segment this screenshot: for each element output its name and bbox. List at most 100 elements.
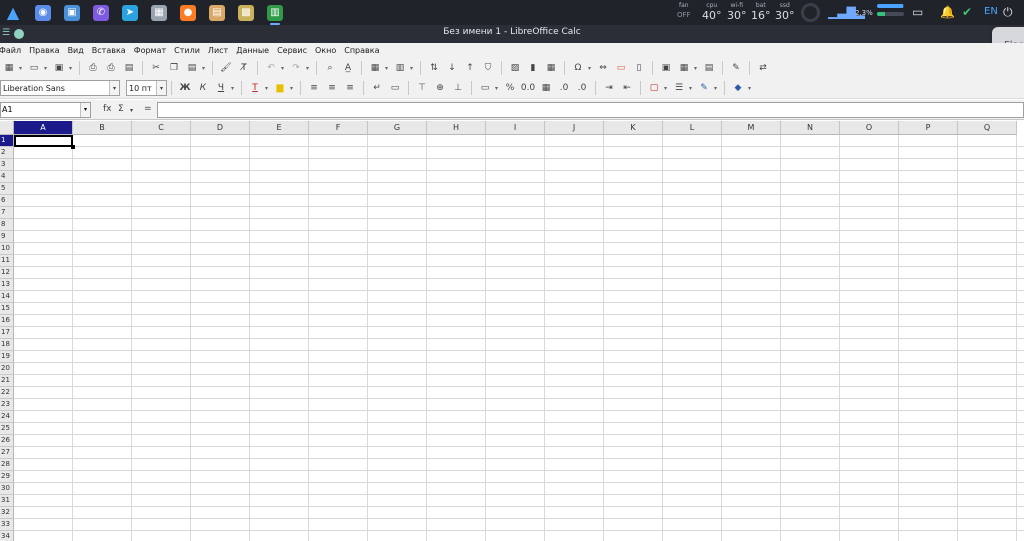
row-header[interactable]: 20 — [0, 363, 14, 375]
name-box[interactable]: A1 ▾ — [0, 102, 91, 118]
font-name-combo[interactable]: Liberation Sans ▾ — [0, 80, 120, 96]
row-header[interactable]: 9 — [0, 231, 14, 243]
row-header[interactable]: 7 — [0, 207, 14, 219]
row-header[interactable]: 1 — [0, 135, 14, 147]
chevron-down-icon[interactable]: ▾ — [156, 81, 166, 95]
row-header[interactable]: 26 — [0, 435, 14, 447]
column-header[interactable]: K — [604, 121, 663, 135]
row-header[interactable]: 34 — [0, 531, 14, 541]
insert-chart-icon[interactable]: ▮ — [526, 61, 540, 75]
row-header[interactable]: 31 — [0, 495, 14, 507]
open-icon[interactable]: ▭ — [27, 61, 41, 75]
keyboard-layout[interactable]: EN — [984, 6, 998, 17]
define-print-area-icon[interactable]: ▣ — [659, 61, 673, 75]
borders-dropdown-icon[interactable]: ▾ — [662, 81, 669, 95]
column-header[interactable]: Q — [958, 121, 1017, 135]
formula-input[interactable] — [157, 102, 1024, 118]
keyring-icon[interactable]: ▩ — [238, 4, 254, 21]
toolbar-overflow-icon[interactable]: ⇄ — [756, 61, 770, 75]
show-draw-functions-icon[interactable]: ✎ — [729, 61, 743, 75]
copy-icon[interactable]: ❐ — [167, 61, 181, 75]
row-header[interactable]: 19 — [0, 351, 14, 363]
borders-icon[interactable]: ▢ — [647, 81, 661, 95]
select-all-corner[interactable] — [0, 121, 14, 135]
add-decimal-icon[interactable]: .0 — [557, 81, 571, 95]
align-top-icon[interactable]: ⊤ — [415, 81, 429, 95]
font-color-icon[interactable]: T — [248, 81, 262, 95]
border-color-icon[interactable]: ✎ — [697, 81, 711, 95]
print-preview-icon[interactable]: ▤ — [122, 61, 136, 75]
telegram-icon[interactable]: ➤ — [122, 4, 138, 21]
row-header[interactable]: 24 — [0, 411, 14, 423]
sum-dropdown-icon[interactable]: ▾ — [130, 107, 133, 114]
column-header[interactable]: M — [722, 121, 781, 135]
row-header[interactable]: 29 — [0, 471, 14, 483]
italic-button[interactable]: К — [196, 81, 210, 95]
row-header[interactable]: 10 — [0, 243, 14, 255]
bold-button[interactable]: Ж — [178, 81, 192, 95]
merge-cells-icon[interactable]: ▭ — [388, 81, 402, 95]
percent-format-icon[interactable]: % — [503, 81, 517, 95]
border-style-dropdown-icon[interactable]: ▾ — [687, 81, 694, 95]
chevron-down-icon[interactable]: ▾ — [80, 103, 90, 117]
column-header[interactable]: G — [368, 121, 427, 135]
underline-dropdown-icon[interactable]: ▾ — [229, 81, 236, 95]
border-style-icon[interactable]: ☰ — [672, 81, 686, 95]
autofilter-icon[interactable]: ⛉ — [481, 61, 495, 75]
new-dropdown-icon[interactable]: ▾ — [17, 61, 24, 75]
column-header[interactable]: J — [545, 121, 604, 135]
align-middle-icon[interactable]: ⊕ — [433, 81, 447, 95]
paste-icon[interactable]: ▤ — [185, 61, 199, 75]
row-icon[interactable]: ▦ — [368, 61, 382, 75]
row-header[interactable]: 4 — [0, 171, 14, 183]
align-left-icon[interactable]: ≡ — [307, 81, 321, 95]
column-header[interactable]: O — [840, 121, 899, 135]
row-header[interactable]: 18 — [0, 339, 14, 351]
viber-icon[interactable]: ✆ — [93, 4, 109, 21]
wrap-text-icon[interactable]: ↵ — [370, 81, 384, 95]
row-header[interactable]: 28 — [0, 459, 14, 471]
find-replace-icon[interactable]: ⌕ — [323, 61, 337, 75]
comment-icon[interactable]: ▭ — [614, 61, 628, 75]
font-color-dropdown-icon[interactable]: ▾ — [263, 81, 270, 95]
calculator-icon[interactable]: ▦ — [151, 4, 167, 21]
arch-logo-icon[interactable]: ▲ — [4, 3, 22, 22]
sort-ascending-icon[interactable]: ↓ — [445, 61, 459, 75]
row-header[interactable]: 16 — [0, 315, 14, 327]
hyperlink-icon[interactable]: ⇔ — [596, 61, 610, 75]
cut-icon[interactable]: ✂ — [149, 61, 163, 75]
row-header[interactable]: 2 — [0, 147, 14, 159]
row-header[interactable]: 32 — [0, 507, 14, 519]
archive-icon[interactable]: ▤ — [209, 4, 225, 21]
redo-dropdown-icon[interactable]: ▾ — [304, 61, 311, 75]
increase-indent-icon[interactable]: ⇥ — [602, 81, 616, 95]
highlight-color-icon[interactable]: ▆ — [273, 81, 287, 95]
row-header[interactable]: 23 — [0, 399, 14, 411]
power-icon[interactable]: ⏻ — [1003, 5, 1013, 20]
export-pdf-icon[interactable]: ⎙ — [86, 61, 100, 75]
insert-image-icon[interactable]: ▨ — [508, 61, 522, 75]
conditional-format-dropdown-icon[interactable]: ▾ — [746, 81, 753, 95]
sort-descending-icon[interactable]: ↑ — [463, 61, 477, 75]
freeze-dropdown-icon[interactable]: ▾ — [692, 61, 699, 75]
special-character-dropdown-icon[interactable]: ▾ — [586, 61, 593, 75]
row-header[interactable]: 3 — [0, 159, 14, 171]
redo-icon[interactable]: ↷ — [289, 61, 303, 75]
currency-dropdown-icon[interactable]: ▾ — [493, 81, 500, 95]
clear-formatting-icon[interactable]: T̸ — [237, 61, 251, 75]
row-header[interactable]: 6 — [0, 195, 14, 207]
border-color-dropdown-icon[interactable]: ▾ — [712, 81, 719, 95]
menu-item[interactable]: Справка — [344, 46, 379, 55]
clone-formatting-icon[interactable]: 🖌 — [219, 61, 233, 75]
freeze-rows-columns-icon[interactable]: ▦ — [677, 61, 691, 75]
conditional-format-icon[interactable]: ◆ — [731, 81, 745, 95]
new-document-icon[interactable]: ▦ — [2, 61, 16, 75]
column-header[interactable]: I — [486, 121, 545, 135]
sort-icon[interactable]: ⇅ — [427, 61, 441, 75]
row-header[interactable]: 25 — [0, 423, 14, 435]
undo-icon[interactable]: ↶ — [264, 61, 278, 75]
column-header[interactable]: E — [250, 121, 309, 135]
row-header[interactable]: 11 — [0, 255, 14, 267]
column-dropdown-icon[interactable]: ▾ — [408, 61, 415, 75]
column-header[interactable]: B — [73, 121, 132, 135]
